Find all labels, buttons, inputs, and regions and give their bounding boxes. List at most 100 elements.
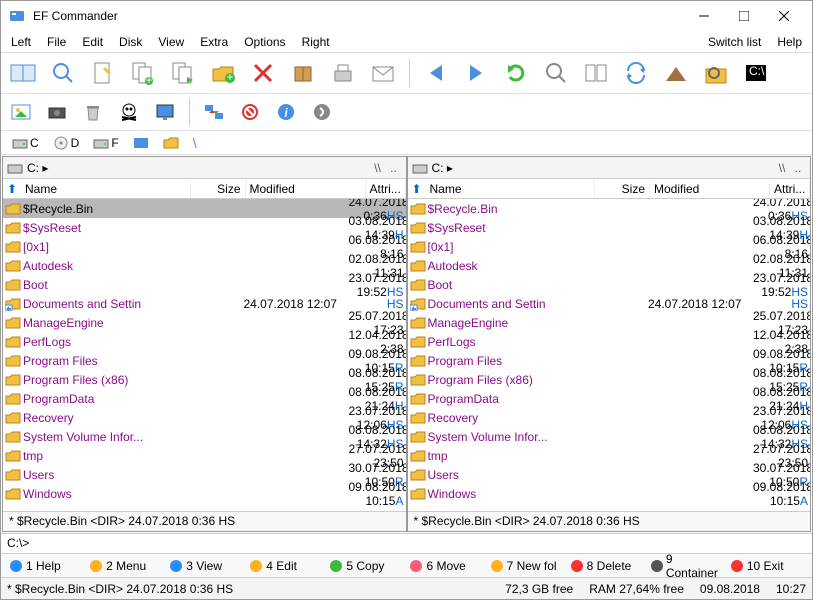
close-button[interactable]: [764, 1, 804, 31]
fkey-copy[interactable]: 5 Copy: [327, 559, 405, 573]
file-row[interactable]: Windows09.08.2018 10:15A: [3, 484, 406, 503]
tb2-block-button[interactable]: [236, 98, 264, 126]
path-up-button[interactable]: ..: [790, 161, 806, 175]
file-row[interactable]: Autodesk02.08.2018 11:31: [3, 256, 406, 275]
tb-newfolder-button[interactable]: +: [207, 57, 239, 89]
tb2-trash-button[interactable]: [79, 98, 107, 126]
header-modified[interactable]: Modified: [246, 180, 366, 198]
header-attr[interactable]: Attri...: [770, 180, 810, 198]
tb-mail-button[interactable]: [367, 57, 399, 89]
tb-sync-button[interactable]: [620, 57, 652, 89]
header-name[interactable]: Name: [426, 180, 596, 198]
tb-copy-button[interactable]: +: [127, 57, 159, 89]
tb-search-button[interactable]: [540, 57, 572, 89]
file-row[interactable]: System Volume Infor...08.08.2018 14:32HS: [408, 427, 811, 446]
file-row[interactable]: Users30.07.2018 10:50R: [3, 465, 406, 484]
drive-d[interactable]: D: [48, 134, 85, 152]
menu-disk[interactable]: Disk: [111, 33, 150, 51]
drive-blue[interactable]: [128, 134, 154, 152]
file-row[interactable]: tmp27.07.2018 23:50: [408, 446, 811, 465]
file-row[interactable]: Boot23.07.2018 19:52HS: [408, 275, 811, 294]
up-arrow-icon[interactable]: ⬆: [408, 182, 426, 196]
file-row[interactable]: [0x1]06.08.2018 8:16: [408, 237, 811, 256]
file-row[interactable]: Users30.07.2018 10:50R: [408, 465, 811, 484]
tb2-skull-button[interactable]: [115, 98, 143, 126]
file-row[interactable]: Documents and Settin24.07.2018 12:07HS: [3, 294, 406, 313]
fkey-container[interactable]: 9 Container: [648, 552, 726, 580]
tb-refresh-button[interactable]: [500, 57, 532, 89]
file-row[interactable]: [0x1]06.08.2018 8:16: [3, 237, 406, 256]
tb-edit-button[interactable]: [87, 57, 119, 89]
file-row[interactable]: Program Files (x86)08.08.2018 15:25R: [3, 370, 406, 389]
file-row[interactable]: Windows09.08.2018 10:15A: [408, 484, 811, 503]
fkey-edit[interactable]: 4 Edit: [247, 559, 325, 573]
up-arrow-icon[interactable]: ⬆: [3, 182, 21, 196]
file-row[interactable]: ProgramData08.08.2018 21:24H: [408, 389, 811, 408]
tb2-camera-button[interactable]: [43, 98, 71, 126]
menu-switch-list[interactable]: Switch list: [700, 33, 769, 51]
path-history-button[interactable]: \\: [370, 161, 386, 175]
file-row[interactable]: Program Files (x86)08.08.2018 15:25R: [408, 370, 811, 389]
tb-forward-button[interactable]: [460, 57, 492, 89]
tb-print-button[interactable]: [327, 57, 359, 89]
fkey-delete[interactable]: 8 Delete: [568, 559, 646, 573]
fkey-move[interactable]: 6 Move: [407, 559, 485, 573]
menu-options[interactable]: Options: [236, 33, 293, 51]
menu-help[interactable]: Help: [769, 33, 810, 51]
path-up-button[interactable]: ..: [386, 161, 402, 175]
file-row[interactable]: $Recycle.Bin24.07.2018 0:36HS: [408, 199, 811, 218]
drive-f[interactable]: F: [88, 134, 123, 152]
maximize-button[interactable]: [724, 1, 764, 31]
tb-pack-button[interactable]: [287, 57, 319, 89]
file-row[interactable]: PerfLogs12.04.2018 2:38: [3, 332, 406, 351]
file-row[interactable]: Boot23.07.2018 19:52HS: [3, 275, 406, 294]
file-row[interactable]: ProgramData08.08.2018 21:24H: [3, 389, 406, 408]
fkey-exit[interactable]: 10 Exit: [728, 559, 806, 573]
path-history-button[interactable]: \\: [774, 161, 790, 175]
tb-find-folder-button[interactable]: [700, 57, 732, 89]
file-row[interactable]: System Volume Infor...08.08.2018 14:32HS: [3, 427, 406, 446]
tb-move-button[interactable]: [167, 57, 199, 89]
right-file-list[interactable]: $Recycle.Bin24.07.2018 0:36HS$SysReset03…: [408, 199, 811, 511]
minimize-button[interactable]: [684, 1, 724, 31]
left-path[interactable]: C: ▸: [27, 161, 370, 175]
file-row[interactable]: Documents and Settin24.07.2018 12:07HS: [408, 294, 811, 313]
fkey-view[interactable]: 3 View: [167, 559, 245, 573]
fkey-menu[interactable]: 2 Menu: [87, 559, 165, 573]
tb-tree-button[interactable]: [660, 57, 692, 89]
menu-extra[interactable]: Extra: [192, 33, 236, 51]
tb-zoom-button[interactable]: [47, 57, 79, 89]
file-row[interactable]: $Recycle.Bin24.07.2018 0:36HS: [3, 199, 406, 218]
file-row[interactable]: Autodesk02.08.2018 11:31: [408, 256, 811, 275]
header-modified[interactable]: Modified: [650, 180, 770, 198]
file-row[interactable]: Recovery23.07.2018 12:06HS: [408, 408, 811, 427]
drive-network[interactable]: \: [188, 133, 202, 153]
file-row[interactable]: Program Files09.08.2018 10:15R: [408, 351, 811, 370]
tb-delete-button[interactable]: [247, 57, 279, 89]
fkey-help[interactable]: 1 Help: [7, 559, 85, 573]
file-row[interactable]: Recovery23.07.2018 12:06HS: [3, 408, 406, 427]
file-row[interactable]: Program Files09.08.2018 10:15R: [3, 351, 406, 370]
tb-console-button[interactable]: C:\: [740, 57, 772, 89]
fkey-new-fol[interactable]: 7 New fol: [488, 559, 566, 573]
drive-c[interactable]: C: [7, 134, 44, 152]
tb2-image-button[interactable]: [7, 98, 35, 126]
file-row[interactable]: $SysReset03.08.2018 14:39H: [408, 218, 811, 237]
header-size[interactable]: Size: [595, 180, 650, 198]
left-file-list[interactable]: $Recycle.Bin24.07.2018 0:36HS$SysReset03…: [3, 199, 406, 511]
tb2-info-button[interactable]: i: [272, 98, 300, 126]
right-path[interactable]: C: ▸: [432, 161, 775, 175]
drive-folder[interactable]: [158, 134, 184, 152]
file-row[interactable]: PerfLogs12.04.2018 2:38: [408, 332, 811, 351]
tb-back-button[interactable]: [420, 57, 452, 89]
tb-compare-button[interactable]: [580, 57, 612, 89]
menu-edit[interactable]: Edit: [74, 33, 111, 51]
file-row[interactable]: ManageEngine25.07.2018 17:23: [3, 313, 406, 332]
menu-left[interactable]: Left: [3, 33, 39, 51]
tb2-monitor-button[interactable]: [151, 98, 179, 126]
header-size[interactable]: Size: [191, 180, 246, 198]
tb2-sound-button[interactable]: [308, 98, 336, 126]
header-name[interactable]: Name: [21, 180, 191, 198]
file-row[interactable]: $SysReset03.08.2018 14:39H: [3, 218, 406, 237]
menu-view[interactable]: View: [150, 33, 192, 51]
